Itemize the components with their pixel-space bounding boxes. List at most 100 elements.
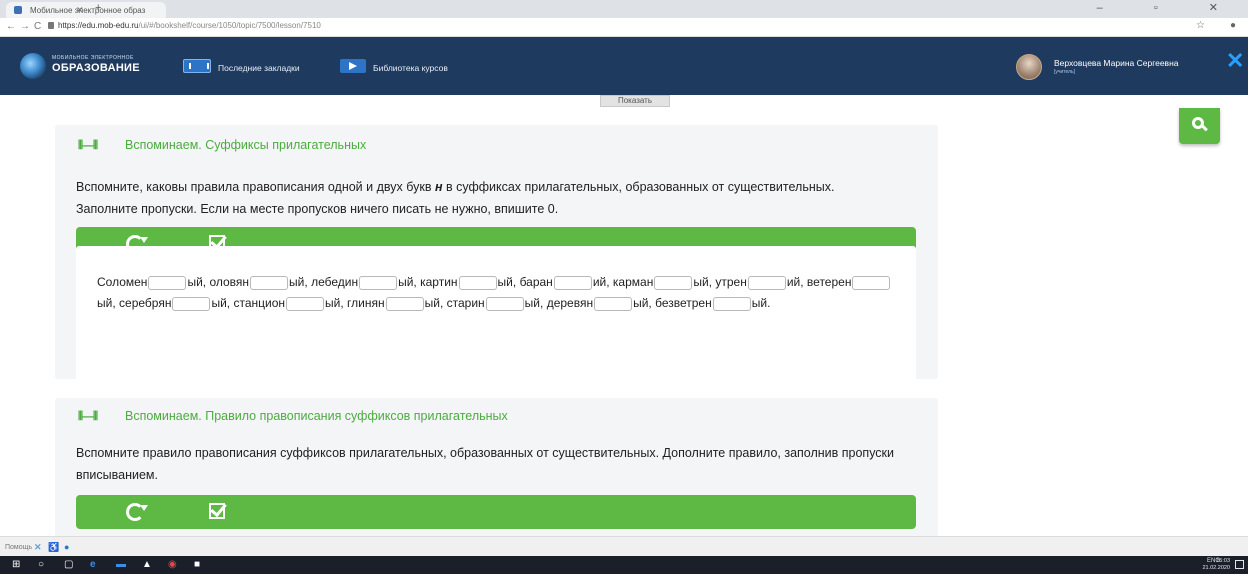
- word-ending: ый,: [497, 275, 517, 289]
- forward-icon[interactable]: →: [20, 21, 30, 32]
- site-header: МОБИЛЬНОЕ ЭЛЕКТРОННОЕ ОБРАЗОВАНИЕ Послед…: [0, 37, 1248, 95]
- gap-input[interactable]: [654, 275, 693, 290]
- nav-bookmarks[interactable]: Последние закладки: [218, 63, 300, 73]
- word-ending: ый,: [424, 296, 444, 310]
- gap-input[interactable]: [385, 296, 424, 311]
- word-stem: лебедин: [311, 275, 359, 289]
- key-button[interactable]: [1179, 108, 1220, 144]
- word-stem: оловян: [209, 275, 250, 289]
- word-stem: карман: [612, 275, 654, 289]
- word-ending: ый,: [325, 296, 344, 310]
- os-taskbar: ⊞ ○ ▢ e ▬ ▲ ◉ ■ ENG 15:03 21.02.2020: [0, 556, 1248, 574]
- clock-time: 15:03: [1216, 558, 1230, 564]
- word-ending: ий,: [592, 275, 610, 289]
- gap-input[interactable]: [553, 275, 592, 290]
- chrome-icon[interactable]: ◉: [168, 559, 177, 570]
- close-icon[interactable]: ✕: [1226, 50, 1244, 72]
- word-ending: ый,: [524, 296, 544, 310]
- help-label[interactable]: Помощь: [5, 544, 32, 551]
- gap-input[interactable]: [148, 275, 187, 290]
- card-title: Вспоминаем. Правило правописания суффикс…: [125, 409, 508, 423]
- gap-input[interactable]: [485, 296, 524, 311]
- refresh-icon[interactable]: [126, 503, 144, 521]
- accessibility-icon[interactable]: ♿: [48, 542, 59, 553]
- bookmarks-icon[interactable]: [183, 59, 211, 73]
- status-bar: Помощь ✕ ♿ ●: [0, 536, 1248, 556]
- bookmark-star-icon[interactable]: ☆: [1196, 20, 1205, 31]
- word-stem: утрен: [715, 275, 747, 289]
- app-icon[interactable]: ■: [194, 559, 200, 570]
- notifications-icon[interactable]: [1235, 560, 1244, 569]
- word-stem: глинян: [347, 296, 385, 310]
- window-controls[interactable]: – ▫ ✕: [1097, 1, 1242, 14]
- explorer-icon[interactable]: ▬: [116, 559, 126, 570]
- exercise-card: ⫴—⫴ Вспоминаем. Правило правописания суф…: [55, 398, 938, 536]
- avatar[interactable]: [1016, 54, 1042, 80]
- url-host: https://edu.mob-edu.ru: [58, 21, 139, 30]
- word-stem: баран: [519, 275, 553, 289]
- desc-letter: н: [434, 180, 443, 194]
- word-ending: ый,: [97, 296, 116, 310]
- logo-icon: [20, 53, 46, 79]
- word-ending: ый,: [187, 275, 207, 289]
- word-stem: ветерен: [806, 275, 852, 289]
- word-ending: ий,: [786, 275, 804, 289]
- tab-close-icon[interactable]: ✕: [76, 5, 84, 16]
- task-view-icon[interactable]: ▢: [64, 559, 73, 570]
- browser-tab[interactable]: Мобильное электронное образ ✕: [6, 2, 166, 18]
- word-ending: ый,: [398, 275, 417, 289]
- edge-icon[interactable]: e: [90, 559, 96, 570]
- clock-date: 21.02.2020: [1202, 565, 1230, 571]
- card-description: Вспомните правило правописания суффиксов…: [76, 446, 895, 482]
- word-ending: ый,: [289, 275, 308, 289]
- logo-title: ОБРАЗОВАНИЕ: [52, 62, 140, 74]
- gap-input[interactable]: [359, 275, 398, 290]
- show-button[interactable]: Показать: [600, 95, 670, 107]
- user-role: [учитель]: [1054, 69, 1076, 75]
- exercise-body: Соломен ый, оловян ый, лебедин ый, картин ый…: [76, 246, 916, 392]
- exercise-card: ⫴—⫴ Вспоминаем. Суффиксы прилагательных …: [55, 125, 938, 392]
- gap-input[interactable]: [594, 296, 633, 311]
- reload-icon[interactable]: C: [34, 21, 41, 32]
- cross-icon[interactable]: ✕: [34, 542, 42, 553]
- exercise-text: Соломен ый, оловян ый, лебедин ый, картин ый…: [97, 272, 907, 314]
- tray-clock[interactable]: 15:03 21.02.2020: [1202, 558, 1230, 572]
- lesson-page: Показать ⫴—⫴ Вспоминаем. Суффиксы прилаг…: [0, 95, 1248, 536]
- word-stem: картин: [420, 275, 458, 289]
- url-path: /ui/#/bookshelf/course/1050/topic/7500/l…: [138, 21, 321, 30]
- nav-library[interactable]: Библиотека курсов: [373, 63, 448, 73]
- exercise-icon: ⫴—⫴: [78, 138, 98, 152]
- gap-input[interactable]: [172, 296, 211, 311]
- search-icon[interactable]: ○: [38, 559, 44, 570]
- word-ending: ый,: [693, 275, 712, 289]
- gap-input[interactable]: [852, 275, 891, 290]
- lock-icon: [48, 22, 54, 29]
- word-stem: Соломен: [97, 275, 148, 289]
- word-stem: старин: [446, 296, 485, 310]
- word-stem: безветрен: [655, 296, 712, 310]
- user-name[interactable]: Верховцева Марина Сергеевна: [1054, 58, 1179, 68]
- word-stem: деревян: [546, 296, 594, 310]
- word-stem: серебрян: [119, 296, 172, 310]
- exercise-toolbar: [76, 495, 916, 529]
- library-icon[interactable]: [340, 59, 366, 73]
- info-icon[interactable]: ●: [64, 542, 69, 552]
- site-favicon-icon: [14, 6, 22, 14]
- windows-start-icon[interactable]: ⊞: [12, 559, 20, 570]
- card-description: Вспомните, каковы правила правописания о…: [76, 176, 896, 220]
- account-icon[interactable]: ●: [1230, 20, 1236, 31]
- new-tab-button[interactable]: +: [95, 2, 101, 14]
- gap-input[interactable]: [250, 275, 289, 290]
- word-stem: станцион: [233, 296, 286, 310]
- gap-input[interactable]: [458, 275, 497, 290]
- word-ending: ый.: [751, 296, 771, 310]
- word-ending: ый,: [211, 296, 231, 310]
- url-field[interactable]: https://edu.mob-edu.ru/ui/#/bookshelf/co…: [58, 21, 321, 30]
- store-icon[interactable]: ▲: [142, 559, 152, 570]
- gap-input[interactable]: [747, 275, 786, 290]
- browser-tab-bar: Мобильное электронное образ ✕ + – ▫ ✕: [0, 0, 1248, 18]
- gap-input[interactable]: [286, 296, 325, 311]
- back-icon[interactable]: ←: [6, 21, 16, 32]
- check-icon[interactable]: [209, 503, 225, 519]
- gap-input[interactable]: [712, 296, 751, 311]
